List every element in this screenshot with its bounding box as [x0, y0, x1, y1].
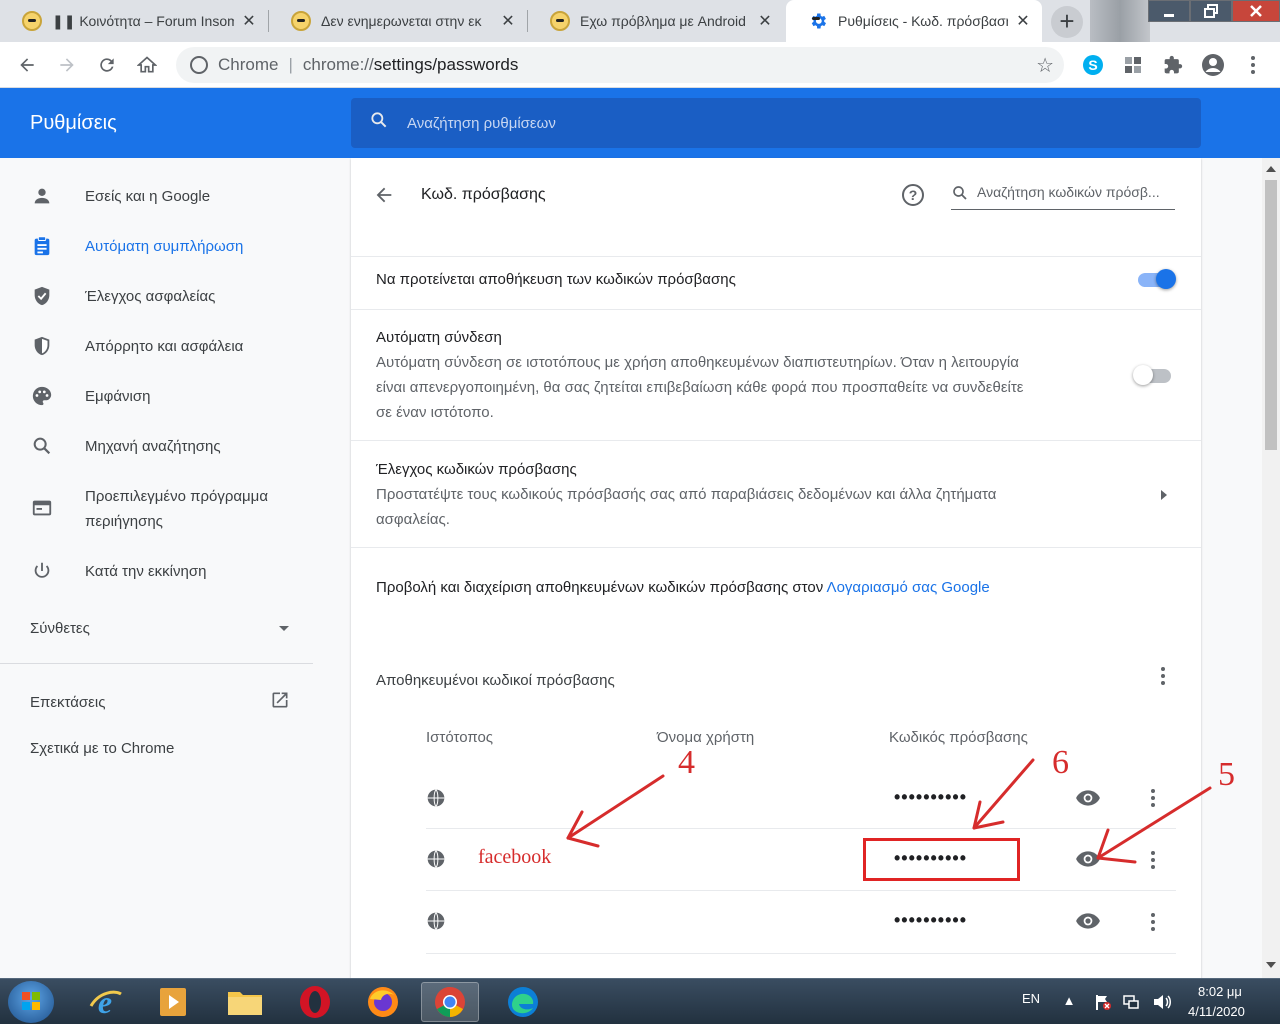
firefox-icon: [368, 987, 398, 1017]
volume-icon[interactable]: [1152, 993, 1171, 1011]
arrow-5-shaft: [1096, 786, 1212, 860]
arrow-4-shaft: [566, 774, 665, 840]
taskbar-file-explorer[interactable]: [216, 982, 274, 1022]
annotation-arrows: [566, 758, 1212, 864]
annotation-6: 6: [1052, 744, 1069, 781]
password-highlight-box: [863, 838, 1020, 881]
internet-explorer-icon: e: [89, 984, 122, 1020]
opera-icon: [300, 986, 330, 1018]
input-language[interactable]: EN: [1022, 991, 1040, 1006]
windows-logo-icon: [22, 992, 40, 1010]
taskbar-firefox[interactable]: [354, 982, 412, 1022]
taskbar-edge[interactable]: [494, 982, 552, 1022]
arrow-6-shaft: [972, 758, 1035, 830]
taskbar-media-player[interactable]: [144, 982, 202, 1022]
taskbar-opera[interactable]: [286, 982, 344, 1022]
action-center-flag-icon[interactable]: [1094, 993, 1112, 1011]
chrome-icon: [435, 987, 465, 1017]
windows-taskbar: e EN ▲ 8:02 μμ 4/11/2020: [0, 978, 1280, 1024]
annotation-4: 4: [678, 744, 695, 781]
edge-icon: [508, 987, 538, 1017]
clock-date[interactable]: 4/11/2020: [1188, 1004, 1245, 1019]
annotation-facebook-label: facebook: [478, 846, 552, 868]
show-hidden-icons-icon[interactable]: ▲: [1060, 993, 1078, 1011]
folder-icon: [228, 992, 262, 1015]
taskbar-chrome[interactable]: [421, 982, 479, 1022]
clock-time[interactable]: 8:02 μμ: [1198, 984, 1242, 999]
annotation-5: 5: [1218, 756, 1235, 793]
start-button[interactable]: [8, 981, 54, 1023]
svg-text:e: e: [98, 984, 112, 1020]
media-player-icon: [160, 988, 186, 1016]
taskbar-ie[interactable]: e: [76, 982, 134, 1022]
network-icon[interactable]: [1122, 993, 1140, 1011]
